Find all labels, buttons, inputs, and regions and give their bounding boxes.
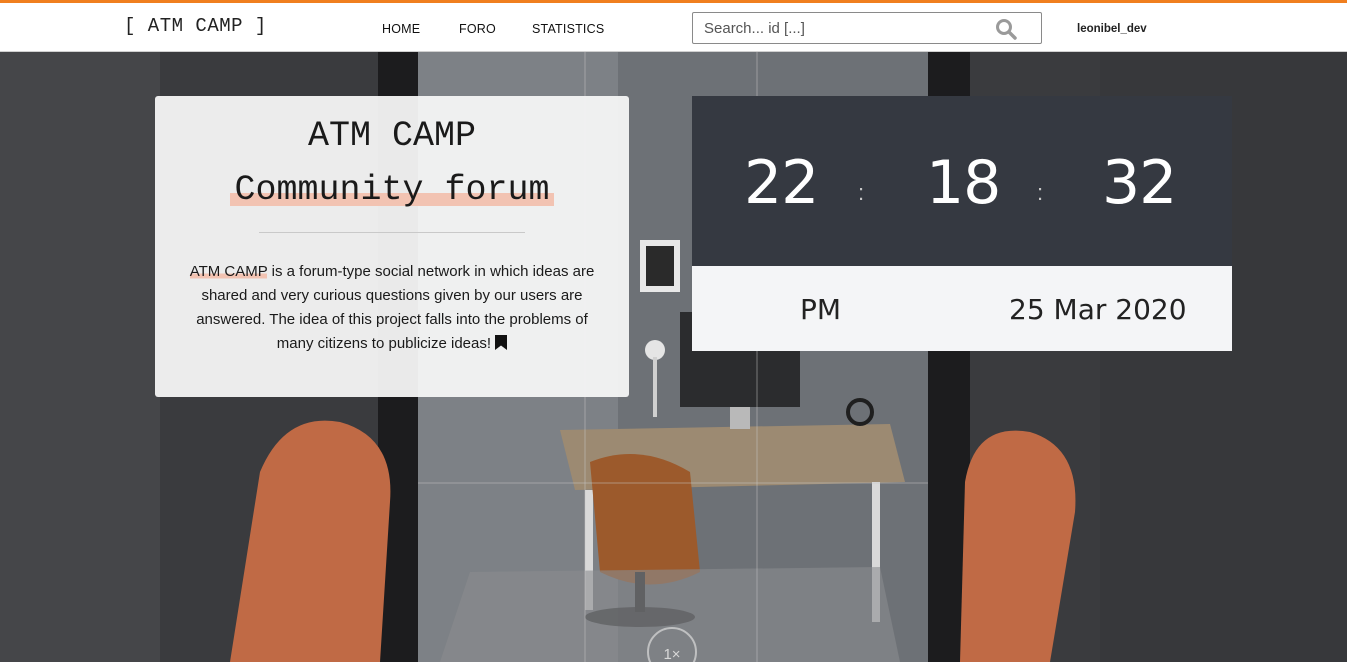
search-icon[interactable] [995, 18, 1017, 40]
bookmark-icon [495, 334, 508, 358]
nav-home-link[interactable]: HOME [382, 22, 420, 36]
clock-separator: : [1037, 180, 1044, 205]
nav-statistics-link[interactable]: STATISTICS [532, 22, 604, 36]
intro-subtitle: Community forum [230, 170, 554, 210]
top-navbar: [ ATM CAMP ] HOME FORO STATISTICS leonib… [0, 0, 1347, 52]
clock-date-panel: PM 25 Mar 2020 [692, 266, 1232, 351]
intro-description: ATM CAMP is a forum-type social network … [183, 260, 601, 358]
intro-title: ATM CAMP [307, 116, 477, 156]
clock-minutes: 18 [926, 148, 1001, 218]
search-box [692, 12, 1042, 44]
search-input[interactable] [693, 13, 983, 43]
clock-seconds: 32 [1102, 148, 1177, 218]
nav-foro-link[interactable]: FORO [459, 22, 496, 36]
clock-panel: 22 : 18 : 32 [692, 96, 1232, 266]
description-highlight: ATM CAMP [189, 263, 268, 280]
clock-date: 25 Mar 2020 [1009, 293, 1187, 326]
clock-separator: : [858, 180, 865, 205]
intro-card: ATM CAMP Community forum ATM CAMP is a f… [155, 96, 629, 397]
clock-hours: 22 [744, 148, 819, 218]
clock-ampm: PM [800, 293, 842, 326]
card-divider [259, 232, 525, 233]
username-link[interactable]: leonibel_dev [1077, 23, 1147, 35]
brand-logo[interactable]: [ ATM CAMP ] [124, 15, 267, 37]
zoom-level-label: 1× [663, 646, 680, 662]
